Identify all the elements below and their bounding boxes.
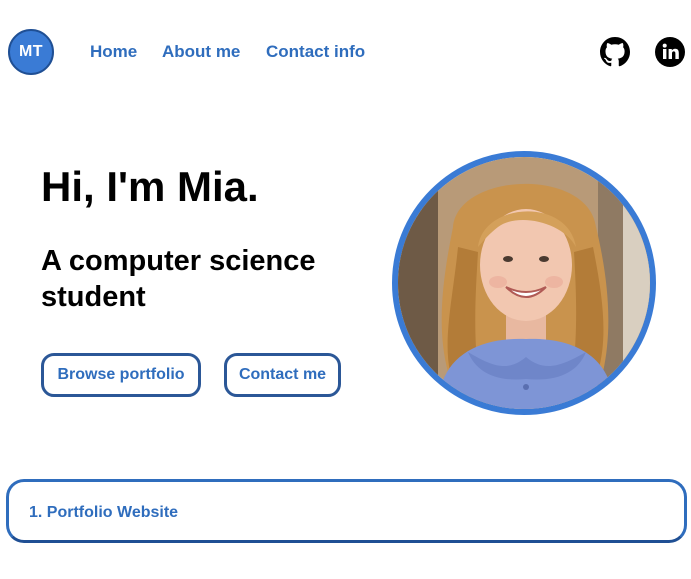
nav-home-link[interactable]: Home [90, 42, 137, 62]
github-icon[interactable] [600, 37, 630, 67]
hero-greeting: Hi, I'm Mia. [41, 163, 259, 210]
nav-contact-link[interactable]: Contact info [266, 42, 365, 62]
contact-me-button[interactable]: Contact me [224, 353, 341, 397]
page: MT Home About me Contact info Hi, I'm Mi… [0, 0, 691, 579]
logo-avatar[interactable]: MT [8, 29, 54, 75]
hero-subtitle: A computer science student [41, 245, 316, 313]
profile-photo [392, 151, 656, 415]
browse-portfolio-button[interactable]: Browse portfolio [41, 353, 201, 397]
project-card[interactable]: 1. Portfolio Website [6, 479, 687, 543]
linkedin-icon[interactable] [655, 37, 685, 67]
portrait-image [398, 157, 650, 409]
nav-about-link[interactable]: About me [162, 42, 240, 62]
logo-initials: MT [18, 43, 44, 60]
project-title: 1. Portfolio Website [29, 504, 179, 521]
